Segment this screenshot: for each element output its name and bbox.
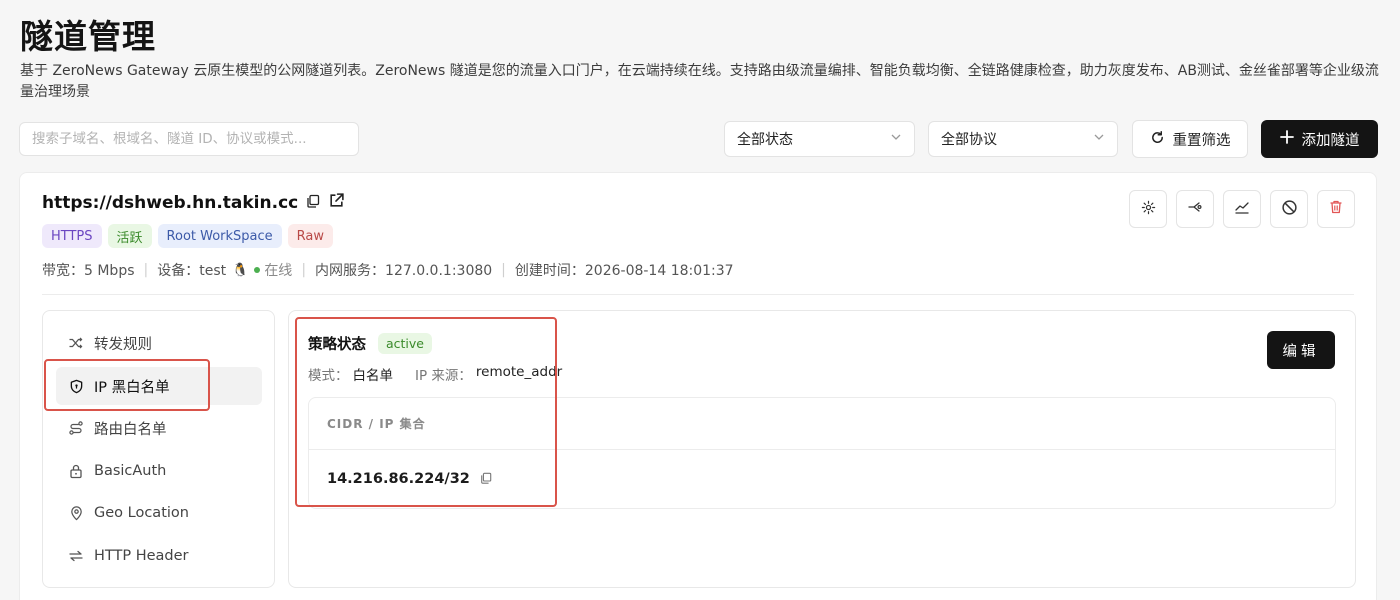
linux-icon: 🐧 [232, 262, 249, 278]
status-filter-select[interactable]: 全部状态 [724, 121, 915, 157]
copy-icon[interactable] [480, 472, 492, 487]
tunnel-tags: HTTPS 活跃 Root WorkSpace Raw [42, 224, 334, 248]
meta-separator: | [501, 262, 506, 278]
online-status: 在线 [264, 263, 293, 279]
sidenav-item-label: BasicAuth [94, 463, 167, 479]
policy-sidenav: 转发规则 IP 黑白名单 路由白名单 BasicAuth Geo Locatio… [42, 310, 275, 588]
chevron-down-icon [890, 131, 902, 147]
copy-icon[interactable] [306, 194, 320, 212]
sidenav-item-label: 转发规则 [94, 336, 152, 353]
stats-button[interactable] [1223, 190, 1261, 228]
arrows-icon [68, 548, 84, 564]
created-time-text: 创建时间：2026-08-14 18:01:37 [514, 263, 734, 279]
trash-icon [1328, 199, 1344, 219]
chevron-down-icon [1093, 131, 1105, 147]
card-divider [42, 294, 1354, 295]
online-dot [254, 267, 261, 273]
status-tag: 活跃 [107, 224, 152, 248]
edit-button[interactable]: 编辑 [1267, 331, 1335, 369]
meta-separator: | [143, 262, 149, 278]
page-description: 基于 ZeroNews Gateway 云原生模型的公网隧道列表。ZeroNew… [20, 63, 1379, 100]
tunnel-url-row: https://dshweb.hn.takin.cc [42, 192, 345, 213]
mode-tag: Raw [287, 224, 334, 248]
trend-chart-icon [1234, 199, 1250, 219]
sidenav-item-label: Geo Location [94, 505, 189, 521]
cidr-value: 14.216.86.224/32 [327, 471, 470, 487]
cidr-table: CIDR / IP 集合 14.216.86.224/32 [308, 397, 1336, 509]
sidenav-item-label: IP 黑白名单 [94, 379, 170, 396]
lock-icon [68, 463, 84, 479]
shield-icon [68, 379, 84, 394]
status-filter-value: 全部状态 [737, 132, 793, 148]
add-tunnel-button[interactable]: 添加隧道 [1261, 120, 1378, 158]
ban-icon [1281, 199, 1298, 220]
sidenav-item-ip-whitelist[interactable]: IP 黑白名单 [56, 367, 262, 405]
map-pin-icon [68, 505, 84, 521]
protocol-filter-select[interactable]: 全部协议 [928, 121, 1118, 157]
policy-meta: 模式： 白名单 IP 来源： remote_addr [308, 364, 562, 384]
sidenav-item-label: HTTP Header [94, 548, 189, 564]
device-text: 设备：test [157, 263, 227, 279]
policy-title-row: 策略状态 active [308, 333, 432, 354]
settings-button[interactable] [1129, 190, 1167, 228]
meta-separator: | [301, 262, 307, 278]
mode-label: 模式： [308, 368, 349, 384]
branch-icon [1187, 199, 1203, 219]
protocol-tag: HTTPS [42, 224, 102, 248]
shuffle-icon [68, 335, 84, 351]
source-label: IP 来源： [415, 368, 472, 384]
share-button[interactable] [1176, 190, 1214, 228]
sidenav-item-forward-rules[interactable]: 转发规则 [56, 324, 262, 362]
external-link-icon[interactable] [328, 192, 345, 213]
tunnel-meta: 带宽：5 Mbps | 设备：test 🐧 在线 | 内网服务：127.0.0.… [42, 260, 734, 280]
tunnel-url: https://dshweb.hn.takin.cc [42, 192, 299, 213]
policy-panel: 策略状态 active 模式： 白名单 IP 来源： remote_addr 编… [288, 310, 1356, 588]
cidr-row: 14.216.86.224/32 [309, 450, 1335, 508]
add-tunnel-label: 添加隧道 [1301, 132, 1360, 149]
disable-button[interactable] [1270, 190, 1308, 228]
meta-gap [397, 364, 411, 384]
plus-icon [1279, 130, 1294, 148]
source-value: remote_addr [475, 364, 563, 380]
sidenav-item-basicauth[interactable]: BasicAuth [56, 452, 262, 490]
policy-status-badge: active [378, 333, 432, 354]
policy-title: 策略状态 [308, 337, 366, 353]
tunnel-actions [1129, 190, 1355, 228]
mode-value: 白名单 [352, 368, 394, 384]
sidenav-item-http-header[interactable]: HTTP Header [56, 537, 262, 575]
sidenav-item-route-whitelist[interactable]: 路由白名单 [56, 409, 262, 447]
delete-button[interactable] [1317, 190, 1355, 228]
bandwidth-text: 带宽：5 Mbps [42, 263, 135, 279]
gear-icon [1141, 200, 1156, 219]
page-title: 隧道管理 [20, 17, 156, 56]
cidr-table-header: CIDR / IP 集合 [309, 398, 1335, 450]
search-input[interactable] [19, 122, 359, 156]
route-icon [68, 420, 84, 436]
refresh-icon [1150, 130, 1165, 149]
reset-filter-label: 重置筛选 [1172, 132, 1231, 149]
sidenav-item-label: 路由白名单 [94, 421, 167, 438]
protocol-filter-value: 全部协议 [941, 132, 997, 148]
workspace-tag: Root WorkSpace [157, 224, 282, 248]
reset-filter-button[interactable]: 重置筛选 [1132, 120, 1248, 158]
tunnel-card: https://dshweb.hn.takin.cc HTTPS 活跃 Root… [19, 172, 1377, 600]
sidenav-item-geo-location[interactable]: Geo Location [56, 494, 262, 532]
service-text: 内网服务：127.0.0.1:3080 [315, 263, 493, 279]
